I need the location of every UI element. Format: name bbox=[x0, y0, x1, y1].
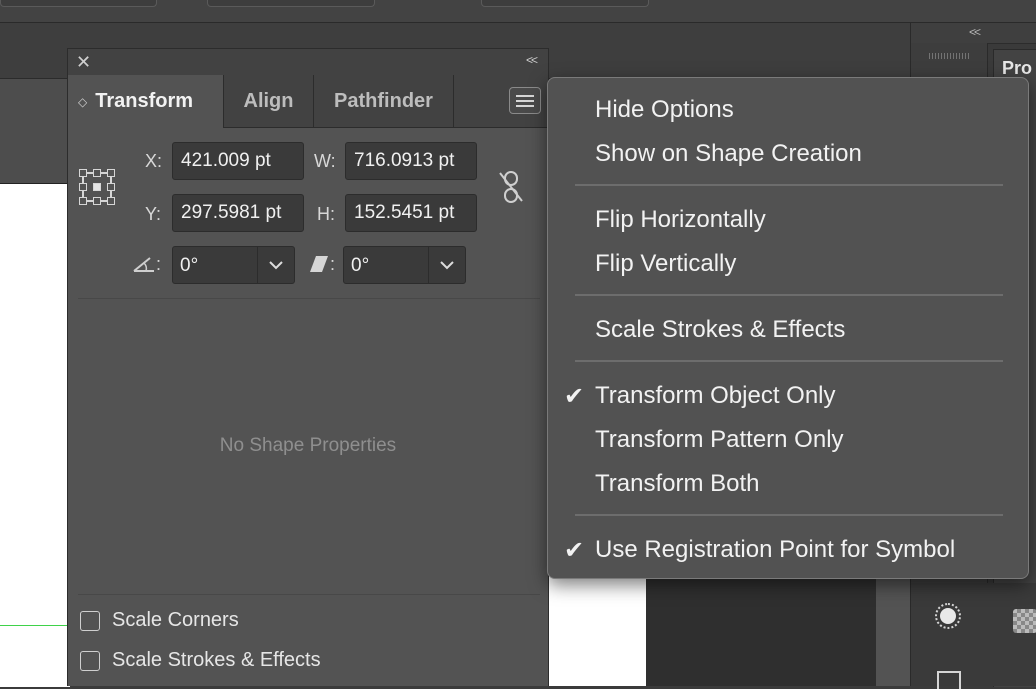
checkbox-label: Scale Corners bbox=[112, 609, 239, 631]
ref-point-center[interactable] bbox=[93, 183, 101, 191]
shear-label: : bbox=[330, 254, 336, 274]
pasteboard-region bbox=[646, 570, 876, 686]
shear-value[interactable]: 0° bbox=[351, 255, 369, 277]
h-input[interactable]: 152.5451 pt bbox=[345, 194, 477, 232]
menu-separator bbox=[575, 360, 1003, 362]
panel-header: ✕ << bbox=[68, 49, 548, 76]
scale-strokes-effects-checkbox[interactable]: Scale Strokes & Effects bbox=[80, 649, 321, 672]
artboard-canvas[interactable] bbox=[0, 183, 70, 687]
dock-bottom-tools bbox=[911, 583, 1036, 689]
menu-separator bbox=[575, 294, 1003, 296]
rotate-value[interactable]: 0° bbox=[180, 255, 198, 277]
divider bbox=[78, 594, 540, 595]
menu-item-flip-vertically[interactable]: Flip Vertically bbox=[595, 250, 736, 278]
tab-pathfinder[interactable]: Pathfinder bbox=[314, 75, 454, 127]
x-input[interactable]: 421.009 pt bbox=[172, 142, 304, 180]
menu-item-transform-pattern-only[interactable]: Transform Pattern Only bbox=[595, 426, 844, 454]
top-control[interactable] bbox=[481, 0, 649, 7]
checkbox-box[interactable] bbox=[80, 650, 100, 671]
transparency-icon[interactable] bbox=[1013, 609, 1036, 633]
transform-panel: ✕ << ◇ Transform Align Pathfinder X: 421… bbox=[67, 48, 549, 686]
y-label: Y: bbox=[145, 204, 162, 224]
tab-label: Pathfinder bbox=[334, 89, 433, 112]
checkmark-icon: ✔ bbox=[564, 537, 585, 564]
tab-transform[interactable]: ◇ Transform bbox=[68, 75, 224, 128]
constrain-proportions-icon[interactable] bbox=[496, 169, 526, 205]
checkbox-label: Scale Strokes & Effects bbox=[112, 649, 321, 671]
top-control[interactable] bbox=[0, 0, 157, 7]
ref-point-right[interactable] bbox=[107, 183, 115, 191]
menu-item-scale-strokes-effects[interactable]: Scale Strokes & Effects bbox=[595, 316, 845, 344]
menu-item-flip-horizontally[interactable]: Flip Horizontally bbox=[595, 206, 766, 234]
shear-combo[interactable]: 0° bbox=[343, 246, 466, 284]
app-top-bar bbox=[0, 0, 1036, 23]
tab-label: Transform bbox=[95, 90, 194, 112]
chevron-down-icon[interactable] bbox=[428, 247, 465, 283]
menu-separator bbox=[575, 514, 1003, 516]
grip-icon[interactable] bbox=[929, 53, 969, 59]
hamburger-icon bbox=[516, 94, 534, 97]
rotate-combo[interactable]: 0° bbox=[172, 246, 295, 284]
tab-align[interactable]: Align bbox=[224, 75, 314, 127]
menu-separator bbox=[575, 184, 1003, 186]
ref-point-bottom[interactable] bbox=[93, 197, 101, 205]
x-label: X: bbox=[145, 151, 163, 171]
rotate-icon bbox=[133, 257, 154, 272]
checkmark-icon: ✔ bbox=[564, 383, 585, 410]
divider bbox=[78, 298, 540, 299]
collapse-icon[interactable]: << bbox=[526, 53, 538, 67]
smart-guide-line bbox=[0, 625, 70, 626]
ref-point-top-right[interactable] bbox=[107, 169, 115, 177]
ref-point-left[interactable] bbox=[79, 183, 87, 191]
tab-label: Align bbox=[243, 89, 294, 112]
menu-item-transform-both[interactable]: Transform Both bbox=[595, 470, 760, 498]
w-label: W: bbox=[314, 151, 336, 171]
collapse-icon[interactable]: << bbox=[969, 25, 981, 39]
w-input[interactable]: 716.0913 pt bbox=[345, 142, 477, 180]
h-label: H: bbox=[317, 204, 335, 224]
menu-item-hide-options[interactable]: Hide Options bbox=[595, 96, 734, 124]
panel-title[interactable]: Pro bbox=[1002, 58, 1032, 79]
panel-tabs: ◇ Transform Align Pathfinder bbox=[68, 75, 548, 128]
menu-item-use-registration-point[interactable]: Use Registration Point for Symbol bbox=[595, 536, 955, 564]
top-control[interactable] bbox=[207, 0, 375, 7]
artboard-canvas[interactable] bbox=[548, 570, 647, 686]
close-icon[interactable]: ✕ bbox=[76, 51, 91, 73]
expand-options-icon[interactable]: ◇ bbox=[78, 95, 87, 109]
checkbox-box[interactable] bbox=[80, 610, 100, 631]
ref-point-top[interactable] bbox=[93, 169, 101, 177]
menu-item-show-on-shape-creation[interactable]: Show on Shape Creation bbox=[595, 140, 862, 168]
rotate-label: : bbox=[156, 254, 162, 274]
shear-icon bbox=[310, 256, 328, 272]
y-input[interactable]: 297.5981 pt bbox=[172, 194, 304, 232]
dock-header: << bbox=[911, 23, 1036, 44]
scale-corners-checkbox[interactable]: Scale Corners bbox=[80, 609, 239, 632]
appearance-icon[interactable] bbox=[935, 603, 961, 629]
ref-point-bottom-right[interactable] bbox=[107, 197, 115, 205]
menu-item-transform-object-only[interactable]: Transform Object Only bbox=[595, 382, 836, 410]
chevron-down-icon[interactable] bbox=[257, 247, 294, 283]
panel-menu-button[interactable] bbox=[509, 87, 541, 114]
no-shape-properties: No Shape Properties bbox=[219, 435, 397, 456]
reference-point-selector[interactable] bbox=[79, 169, 115, 205]
ref-point-bottom-left[interactable] bbox=[79, 197, 87, 205]
panel-flyout-menu: Hide Options Show on Shape Creation Flip… bbox=[547, 77, 1029, 579]
ref-point-top-left[interactable] bbox=[79, 169, 87, 177]
artboard-icon[interactable] bbox=[937, 671, 961, 689]
